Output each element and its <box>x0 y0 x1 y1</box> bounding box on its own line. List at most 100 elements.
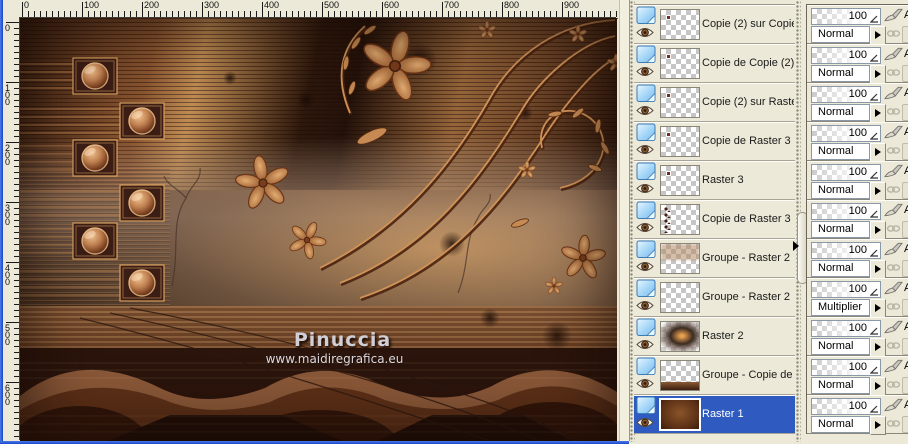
slider-handle-icon[interactable] <box>870 54 878 62</box>
slider-handle-icon[interactable] <box>870 93 878 101</box>
lock-transparency-button[interactable] <box>902 65 908 82</box>
blend-mode-dropdown-button[interactable] <box>870 221 886 240</box>
blend-mode-dropdown-button[interactable] <box>870 377 886 396</box>
blend-mode-dropdown-button[interactable] <box>870 260 886 279</box>
link-set-icon[interactable] <box>887 145 900 156</box>
layer-row[interactable]: Copie de Copie (2) sur R <box>634 44 795 83</box>
blend-mode-dropdown-button[interactable] <box>870 338 886 357</box>
visibility-eye-icon[interactable] <box>636 27 654 38</box>
link-set-icon[interactable] <box>887 67 900 78</box>
layer-thumbnail[interactable] <box>660 48 700 79</box>
layer-row[interactable]: Groupe - Copie de Raste <box>634 356 795 395</box>
visibility-eye-icon[interactable] <box>636 417 654 428</box>
blend-mode-dropdown[interactable]: Multiplier <box>811 299 870 316</box>
slider-handle-icon[interactable] <box>870 15 878 23</box>
link-set-icon[interactable] <box>887 223 900 234</box>
slider-handle-icon[interactable] <box>870 288 878 296</box>
image-canvas[interactable]: Pinuccia www.maidiregrafica.eu <box>20 18 617 441</box>
lock-transparency-button[interactable] <box>902 299 908 316</box>
opacity-slider[interactable]: 100 <box>811 242 881 259</box>
visibility-eye-icon[interactable] <box>636 105 654 116</box>
layer-thumbnail[interactable] <box>660 321 700 352</box>
link-set-icon[interactable] <box>887 184 900 195</box>
layer-row[interactable]: Groupe - Raster 2 <box>634 239 795 278</box>
blend-mode-dropdown-button[interactable] <box>870 416 886 435</box>
opacity-slider[interactable]: 100 <box>811 47 881 64</box>
layer-row[interactable]: Copie de Raster 3 <box>634 122 795 161</box>
layer-thumbnail[interactable] <box>660 165 700 196</box>
visibility-eye-icon[interactable] <box>636 339 654 350</box>
blend-mode-dropdown[interactable]: Normal <box>811 416 870 433</box>
slider-handle-icon[interactable] <box>870 210 878 218</box>
slider-handle-icon[interactable] <box>870 132 878 140</box>
link-set-icon[interactable] <box>887 379 900 390</box>
opacity-slider[interactable]: 100 <box>811 125 881 142</box>
blend-mode-dropdown[interactable]: Normal <box>811 377 870 394</box>
slider-handle-icon[interactable] <box>870 249 878 257</box>
blend-mode-dropdown[interactable]: Normal <box>811 260 870 277</box>
link-set-icon[interactable] <box>887 340 900 351</box>
layer-thumbnail[interactable] <box>660 243 700 274</box>
blend-mode-dropdown[interactable]: Normal <box>811 104 870 121</box>
layer-thumbnail[interactable] <box>659 398 701 431</box>
canvas-right-scroll-strip[interactable] <box>619 0 630 441</box>
link-set-icon[interactable] <box>887 28 900 39</box>
layer-row[interactable]: Groupe - Raster 2 <box>634 278 795 317</box>
link-set-icon[interactable] <box>887 301 900 312</box>
splitter-collapse-arrow[interactable] <box>793 241 799 251</box>
layer-row[interactable]: Raster 2 <box>634 317 795 356</box>
link-set-icon[interactable] <box>887 262 900 273</box>
lock-transparency-button[interactable] <box>902 104 908 121</box>
lock-transparency-button[interactable] <box>902 143 908 160</box>
layer-thumbnail[interactable] <box>660 9 700 40</box>
lock-transparency-button[interactable] <box>902 26 908 43</box>
visibility-eye-icon[interactable] <box>636 66 654 77</box>
link-set-icon[interactable] <box>887 418 900 429</box>
blend-mode-dropdown-button[interactable] <box>870 104 886 123</box>
layer-row[interactable]: Copie de Raster 3 <box>634 200 795 239</box>
layer-row[interactable]: Copie (2) sur Copie (2) s <box>634 5 795 44</box>
blend-mode-dropdown-button[interactable] <box>870 299 886 318</box>
blend-mode-dropdown-button[interactable] <box>870 182 886 201</box>
lock-transparency-button[interactable] <box>902 260 908 277</box>
lock-transparency-button[interactable] <box>902 338 908 355</box>
slider-handle-icon[interactable] <box>870 171 878 179</box>
blend-mode-dropdown-button[interactable] <box>870 65 886 84</box>
opacity-slider[interactable]: 100 <box>811 281 881 298</box>
opacity-slider[interactable]: 100 <box>811 8 881 25</box>
visibility-eye-icon[interactable] <box>636 378 654 389</box>
opacity-slider[interactable]: 100 <box>811 359 881 376</box>
layer-thumbnail[interactable] <box>660 282 700 313</box>
layer-thumbnail[interactable] <box>660 204 700 235</box>
opacity-slider[interactable]: 100 <box>811 320 881 337</box>
layer-thumbnail[interactable] <box>660 87 700 118</box>
slider-handle-icon[interactable] <box>870 327 878 335</box>
opacity-slider[interactable]: 100 <box>811 164 881 181</box>
lock-transparency-button[interactable] <box>902 182 908 199</box>
layer-row[interactable]: Raster 1 <box>634 395 795 434</box>
blend-mode-dropdown[interactable]: Normal <box>811 182 870 199</box>
link-set-icon[interactable] <box>887 106 900 117</box>
blend-mode-dropdown[interactable]: Normal <box>811 338 870 355</box>
lock-transparency-button[interactable] <box>902 416 908 433</box>
slider-handle-icon[interactable] <box>870 405 878 413</box>
visibility-eye-icon[interactable] <box>636 222 654 233</box>
visibility-eye-icon[interactable] <box>636 261 654 272</box>
opacity-slider[interactable]: 100 <box>811 86 881 103</box>
blend-mode-dropdown[interactable]: Normal <box>811 143 870 160</box>
blend-mode-dropdown-button[interactable] <box>870 143 886 162</box>
slider-handle-icon[interactable] <box>870 366 878 374</box>
lock-transparency-button[interactable] <box>902 377 908 394</box>
layer-row[interactable]: Raster 3 <box>634 161 795 200</box>
visibility-eye-icon[interactable] <box>636 144 654 155</box>
visibility-eye-icon[interactable] <box>636 183 654 194</box>
blend-mode-dropdown[interactable]: Normal <box>811 26 870 43</box>
blend-mode-dropdown-button[interactable] <box>870 26 886 45</box>
visibility-eye-icon[interactable] <box>636 300 654 311</box>
opacity-slider[interactable]: 100 <box>811 398 881 415</box>
layer-thumbnail[interactable] <box>660 126 700 157</box>
layer-thumbnail[interactable] <box>660 360 700 391</box>
blend-mode-dropdown[interactable]: Normal <box>811 221 870 238</box>
blend-mode-dropdown[interactable]: Normal <box>811 65 870 82</box>
opacity-slider[interactable]: 100 <box>811 203 881 220</box>
